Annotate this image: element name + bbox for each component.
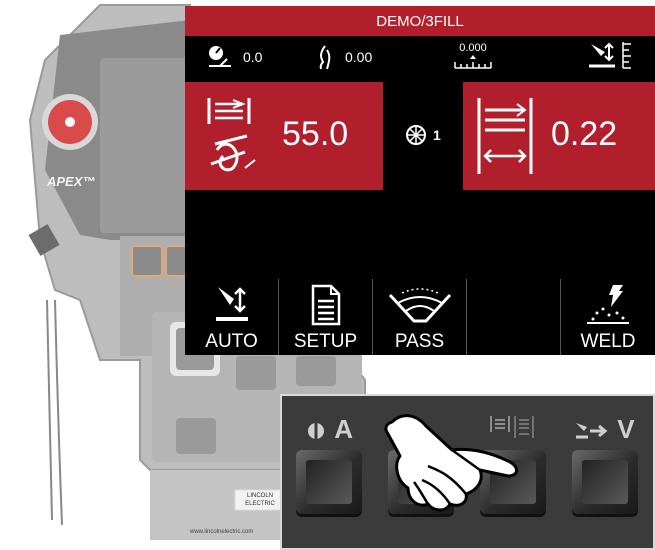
wire-feed-icon: [207, 98, 256, 172]
website-label: www.lincolnelectric.com: [190, 529, 254, 535]
torch-arrow-icon: [576, 423, 608, 439]
wire-feed-panel[interactable]: 55.0: [185, 82, 383, 190]
position-status: 0.000: [453, 42, 493, 73]
pass-indicator: 1: [405, 124, 441, 146]
softkey-row: AUTO SETUP PASS WELD: [185, 279, 655, 355]
speed-gauge-icon: [209, 46, 231, 67]
weld-label: WELD: [580, 331, 636, 352]
keypad-key-4[interactable]: [572, 450, 638, 514]
auto-torch-icon: [215, 287, 248, 321]
blank-button[interactable]: [467, 279, 561, 355]
setup-label: SETUP: [293, 331, 358, 352]
pass-button[interactable]: PASS: [373, 279, 467, 355]
amperage-label: A: [334, 414, 354, 444]
program-title: DEMO/3FILL: [376, 12, 464, 30]
travel-speed-status: 0.0: [207, 44, 262, 70]
weave-panel[interactable]: 0.22: [463, 82, 655, 190]
heat-status: 0.00: [315, 44, 372, 70]
document-icon: [311, 284, 340, 326]
voltage-label: V: [617, 414, 635, 444]
bead-pattern-icon: [406, 125, 426, 145]
title-bar: DEMO/3FILL: [185, 6, 655, 36]
kp-label-4: V: [574, 414, 635, 445]
weld-button[interactable]: WELD: [561, 279, 655, 355]
flame-icon: [319, 45, 331, 70]
torch-height-icon: [589, 42, 631, 69]
main-screen: DEMO/3FILL 0.0 0.00 0.000 55.0 1 0.22 AU…: [185, 6, 655, 355]
status-row: 0.0 0.00 0.000: [185, 36, 655, 80]
brand-logo: APEX™: [47, 174, 96, 189]
heat-value: 0.00: [345, 49, 373, 65]
maker-logo: LINCOLN ELECTRIC: [245, 493, 275, 507]
setup-button[interactable]: SETUP: [279, 279, 373, 355]
auto-label: AUTO: [205, 331, 258, 352]
weave-value: 0.22: [551, 115, 618, 153]
pointing-hand-icon: [384, 414, 518, 512]
weave-width-icon: [477, 98, 533, 174]
pass-label: PASS: [394, 331, 445, 352]
wire-feed-small-icon: [308, 420, 324, 443]
ruler-icon: [454, 55, 492, 69]
auto-button[interactable]: AUTO: [185, 279, 279, 355]
pass-number: 1: [433, 127, 441, 143]
weld-joint-icon: [388, 288, 451, 323]
kp-label-1: A: [304, 414, 353, 445]
keypad-key-1[interactable]: [296, 450, 362, 514]
weld-torch-icon: [587, 285, 629, 324]
travel-speed-value: 0.0: [243, 49, 263, 65]
keypad-inset: A V: [280, 394, 655, 550]
position-value: 0.000: [459, 42, 487, 54]
wire-feed-value: 55.0: [282, 115, 349, 153]
